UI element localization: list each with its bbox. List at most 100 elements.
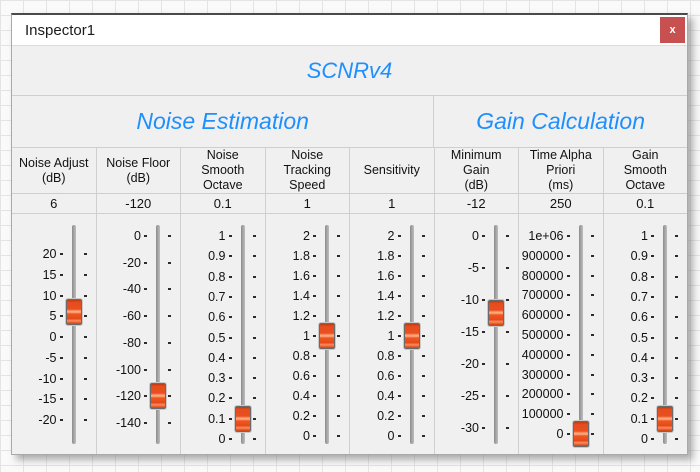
tick-mark <box>84 336 87 338</box>
tick-label: 0.4 <box>377 389 394 403</box>
slider-thumb[interactable] <box>657 406 673 432</box>
tick-label: 0.7 <box>208 290 225 304</box>
tick-mark <box>675 418 678 420</box>
tick-mark <box>60 419 63 421</box>
tick-mark <box>398 355 401 357</box>
tick-mark <box>144 342 147 344</box>
tick-label: -10 <box>461 293 479 307</box>
param-column-noise-floor: Noise Floor(dB)-1200-20-40-60-80-100-120… <box>97 148 182 454</box>
tick-label: 10 <box>43 289 57 303</box>
tick-mark <box>84 295 87 297</box>
tick-mark <box>651 276 654 278</box>
tick-mark <box>144 315 147 317</box>
param-column-noise-smooth-octave: NoiseSmoothOctave0.110.90.80.70.60.50.40… <box>181 148 266 454</box>
tick-mark <box>229 357 232 359</box>
tick-mark <box>506 363 509 365</box>
tick-mark <box>567 393 570 395</box>
param-value-noise-floor: -120 <box>97 194 181 214</box>
tick-mark <box>651 377 654 379</box>
tick-mark <box>651 316 654 318</box>
tick-mark <box>84 398 87 400</box>
slider-track[interactable] <box>579 225 583 444</box>
tick-mark <box>168 369 171 371</box>
slider-thumb[interactable] <box>404 323 420 349</box>
tick-mark <box>229 377 232 379</box>
slider-thumb[interactable] <box>150 383 166 409</box>
slider-gain-smooth-octave: 10.90.80.70.60.50.40.30.20.10 <box>604 214 688 454</box>
slider-sensitivity: 21.81.61.41.210.80.60.40.20 <box>350 214 434 454</box>
tick-mark <box>482 363 485 365</box>
tick-label: 0.6 <box>631 310 648 324</box>
close-button[interactable]: x <box>660 17 685 43</box>
tick-mark <box>253 337 256 339</box>
slider-thumb[interactable] <box>235 406 251 432</box>
param-label-line: Gain <box>463 163 489 178</box>
tick-mark <box>591 413 594 415</box>
tick-mark <box>229 337 232 339</box>
tick-mark <box>675 337 678 339</box>
slider-track[interactable] <box>156 225 160 444</box>
slider-thumb[interactable] <box>573 421 589 447</box>
section-title-noise-estimation: Noise Estimation <box>12 96 434 147</box>
tick-mark <box>144 288 147 290</box>
tick-mark <box>591 354 594 356</box>
tick-mark <box>675 316 678 318</box>
tick-label: 1.4 <box>293 289 310 303</box>
titlebar[interactable]: Inspector1 x <box>12 15 687 46</box>
param-value-noise-adjust: 6 <box>12 194 96 214</box>
tick-mark <box>337 235 340 237</box>
param-label-line: (dB) <box>464 178 488 193</box>
tick-mark <box>229 438 232 440</box>
tick-label: 0.2 <box>631 391 648 405</box>
tick-mark <box>253 418 256 420</box>
tick-label: 2 <box>303 229 310 243</box>
tick-mark <box>567 235 570 237</box>
param-value-sensitivity: 1 <box>350 194 434 214</box>
tick-mark <box>313 395 316 397</box>
tick-label: 0.6 <box>377 369 394 383</box>
tick-label: 20 <box>43 247 57 261</box>
spreadsheet-background: Inspector1 x SCNRv4 Noise Estimation Gai… <box>0 0 700 472</box>
tick-mark <box>422 255 425 257</box>
tick-label: 1.4 <box>377 289 394 303</box>
slider-thumb[interactable] <box>488 300 504 326</box>
param-label-line: Smooth <box>624 163 667 178</box>
tick-label: 600000 <box>522 308 564 322</box>
param-label-noise-smooth-octave: NoiseSmoothOctave <box>181 148 265 194</box>
slider-thumb[interactable] <box>319 323 335 349</box>
tick-mark <box>567 294 570 296</box>
tick-mark <box>398 395 401 397</box>
param-label-line: Priori <box>546 163 575 178</box>
tick-mark <box>84 357 87 359</box>
tick-mark <box>422 335 425 337</box>
tick-label: 1 <box>303 329 310 343</box>
param-label-line: (dB) <box>42 171 66 186</box>
slider-thumb[interactable] <box>66 299 82 325</box>
tick-mark <box>60 253 63 255</box>
tick-label: 0.5 <box>631 331 648 345</box>
tick-mark <box>229 276 232 278</box>
tick-mark <box>60 274 63 276</box>
slider-track[interactable] <box>72 225 76 444</box>
tick-mark <box>398 315 401 317</box>
tick-label: 0.1 <box>631 412 648 426</box>
tick-mark <box>337 435 340 437</box>
param-column-gain-smooth-octave: GainSmoothOctave0.110.90.80.70.60.50.40.… <box>604 148 688 454</box>
tick-label: 0 <box>50 330 57 344</box>
tick-mark <box>506 267 509 269</box>
tick-mark <box>675 438 678 440</box>
tick-label: -5 <box>468 261 479 275</box>
tick-mark <box>506 235 509 237</box>
tick-label: 0.4 <box>631 351 648 365</box>
param-label-line: Sensitivity <box>364 163 420 178</box>
param-column-minimum-gain: MinimumGain(dB)-120-5-10-15-20-25-30 <box>435 148 520 454</box>
slider-track[interactable] <box>494 225 498 444</box>
param-label-line: Noise Floor <box>106 156 170 171</box>
tick-label: 500000 <box>522 328 564 342</box>
tick-mark <box>675 377 678 379</box>
tick-mark <box>337 275 340 277</box>
tick-label: -5 <box>45 351 56 365</box>
tick-label: 0 <box>134 229 141 243</box>
tick-mark <box>422 375 425 377</box>
tick-label: 0.6 <box>208 310 225 324</box>
